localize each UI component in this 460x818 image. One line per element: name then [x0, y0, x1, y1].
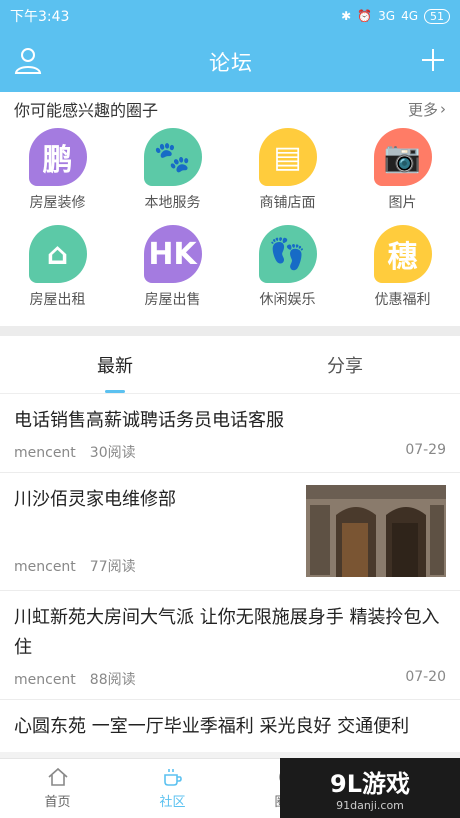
more-link[interactable]: 更多 ›: [408, 99, 446, 120]
circle-label: 优惠福利: [374, 292, 431, 308]
tab-latest[interactable]: 最新: [0, 336, 230, 393]
post-date: 07-20: [405, 669, 446, 685]
battery-indicator: 51: [424, 8, 450, 24]
post-reads: 77阅读: [89, 559, 136, 575]
tab-share[interactable]: 分享: [230, 336, 460, 393]
list-item[interactable]: 心圆东苑 一室一厅毕业季福利 采光良好 交通便利: [0, 700, 460, 752]
circle-icon: 👣: [258, 225, 317, 283]
circle-item[interactable]: HK 房屋出售: [115, 223, 230, 320]
cup-icon: [163, 769, 182, 786]
list-item[interactable]: 电话销售高薪诚聘话务员电话客服 mencent 30阅读 07-29: [0, 394, 460, 473]
circle-item[interactable]: 穗优惠福利: [345, 223, 460, 320]
nav-community[interactable]: 社区: [115, 759, 230, 818]
tab-bar: 最新 分享: [0, 336, 460, 394]
post-title: 心圆东苑 一室一厅毕业季福利 采光良好 交通便利: [14, 716, 410, 737]
watermark-logo: 9L游戏 91danji.com: [280, 758, 460, 818]
signal-4g: 4G: [401, 9, 418, 23]
circle-item[interactable]: 📷 图片: [345, 126, 460, 223]
post-author: mencent: [14, 559, 76, 575]
post-date: 07-29: [405, 442, 446, 458]
circle-item[interactable]: 👣 休闲娱乐: [230, 223, 345, 320]
chevron-right-icon: ›: [440, 100, 446, 118]
circle-icon: ⌂: [28, 225, 87, 283]
circle-icon: 穗: [373, 225, 432, 283]
post-author: mencent: [14, 445, 76, 461]
circle-grid: 鹏房屋装修 🐾 本地服务 ▤ 商铺店面 📷 图片 ⌂ 房屋出租 HK 房屋出售 👣 休闲娱乐 穗优惠福利: [0, 126, 460, 326]
post-author: mencent: [14, 672, 76, 688]
circle-label: 商铺店面: [259, 195, 316, 211]
circle-label: 本地服务: [144, 195, 201, 211]
post-reads: 30阅读: [89, 445, 136, 461]
status-bar: 下午3:43 ✱ ⏰ 3G 4G 51: [0, 0, 460, 32]
post-list: 电话销售高薪诚聘话务员电话客服 mencent 30阅读 07-29 川沙佰灵家电…: [0, 394, 460, 752]
circle-icon: 📷: [373, 128, 432, 186]
signal-3g: 3G: [378, 9, 396, 23]
nav-home[interactable]: 首页: [0, 759, 115, 818]
alarm-icon: ⏰: [357, 9, 373, 23]
circle-label: 房屋装修: [29, 195, 86, 211]
post-title: 川沙佰灵家电维修部: [14, 489, 176, 510]
page-title: 论坛: [209, 51, 253, 75]
circle-item[interactable]: ▤ 商铺店面: [230, 126, 345, 223]
home-icon: [47, 767, 68, 786]
circle-label: 图片: [388, 195, 417, 211]
post-title: 川虹新苑大房间大气派 让你无限施展身手 精装拎包入住: [14, 607, 440, 658]
circle-item[interactable]: ⌂ 房屋出租: [0, 223, 115, 320]
circle-label: 房屋出租: [29, 292, 86, 308]
post-title: 电话销售高薪诚聘话务员电话客服: [14, 410, 284, 431]
circle-icon: HK: [143, 225, 202, 283]
user-icon[interactable]: [14, 46, 42, 78]
post-reads: 88阅读: [89, 672, 136, 688]
circle-label: 休闲娱乐: [259, 292, 316, 308]
circle-icon: 鹏: [28, 128, 87, 186]
circle-item[interactable]: 鹏房屋装修: [0, 126, 115, 223]
circles-heading: 你可能感兴趣的圈子: [14, 101, 159, 120]
list-item[interactable]: 川沙佰灵家电维修部 mencent 77阅读: [0, 473, 460, 591]
status-time: 下午3:43: [10, 9, 70, 25]
post-thumbnail: [306, 485, 446, 577]
circle-label: 房屋出售: [144, 292, 201, 308]
circle-item[interactable]: 🐾 本地服务: [115, 126, 230, 223]
circle-icon: 🐾: [143, 128, 202, 186]
divider: [0, 326, 460, 336]
circles-header: 你可能感兴趣的圈子 更多 ›: [0, 92, 460, 126]
list-item[interactable]: 川虹新苑大房间大气派 让你无限施展身手 精装拎包入住 mencent 88阅读 0…: [0, 591, 460, 700]
circle-icon: ▤: [258, 128, 317, 186]
nav-bar: 论坛: [0, 32, 460, 92]
add-icon[interactable]: [420, 47, 446, 77]
bluetooth-icon: ✱: [341, 9, 352, 23]
